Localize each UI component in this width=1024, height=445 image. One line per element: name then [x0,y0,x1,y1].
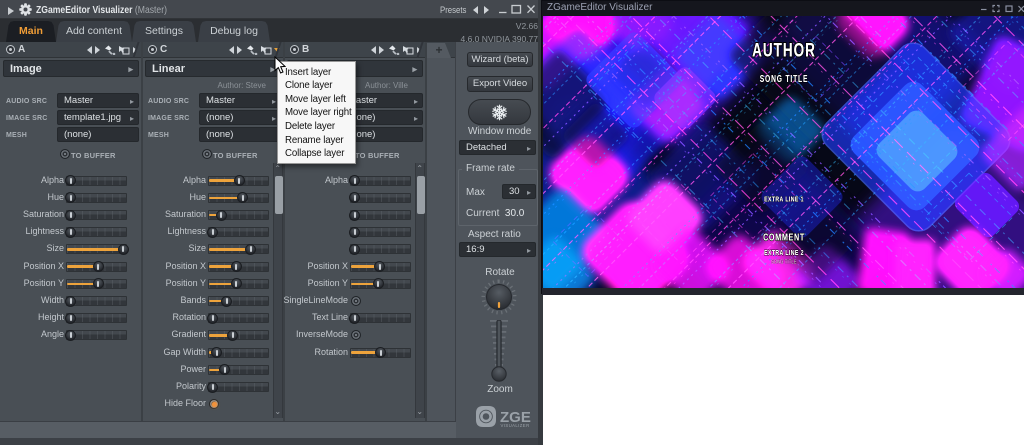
svg-text:SONG TITLE: SONG TITLE [760,73,809,85]
svg-text:COMMENT: COMMENT [763,231,805,243]
svg-text:SONG TITLE: SONG TITLE [771,259,797,265]
svg-text:EXTRA LINE 1: EXTRA LINE 1 [764,196,804,204]
svg-text:AUTHOR: AUTHOR [752,39,816,61]
svg-text:EXTRA LINE 2: EXTRA LINE 2 [764,249,804,257]
svg-text:VISUALIZER: VISUALIZER [501,423,530,428]
